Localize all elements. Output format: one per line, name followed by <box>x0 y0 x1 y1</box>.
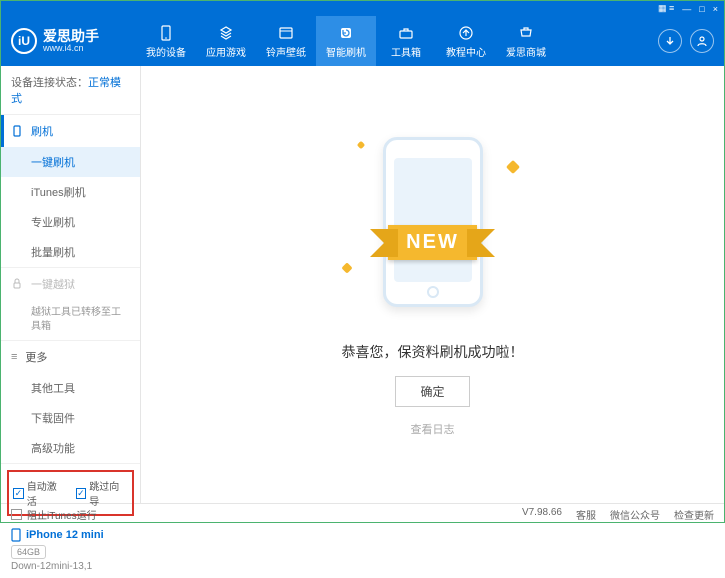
book-icon <box>457 24 475 42</box>
sidebar-more-group[interactable]: ≡ 更多 <box>1 341 140 373</box>
checkbox-icon <box>13 488 24 499</box>
ok-button[interactable]: 确定 <box>395 376 469 407</box>
logo-icon: iU <box>11 28 37 54</box>
titlebar: ▦ ≡ — □ × <box>1 1 724 16</box>
download-button[interactable] <box>658 29 682 53</box>
nav: 我的设备 应用游戏 铃声壁纸 智能刷机 工具箱 教程中心 爱思商城 <box>136 16 658 66</box>
phone-icon <box>157 24 175 42</box>
sidebar-item-download[interactable]: 下载固件 <box>1 403 140 433</box>
update-link[interactable]: 检查更新 <box>674 507 714 522</box>
sidebar-item-batch[interactable]: 批量刷机 <box>1 237 140 267</box>
main-content: NEW 恭喜您，保资料刷机成功啦！ 确定 查看日志 <box>141 66 724 503</box>
checkbox-skip-guide[interactable]: 跳过向导 <box>76 478 129 508</box>
close-icon[interactable]: × <box>713 4 718 14</box>
menu-icon: ≡ <box>11 351 17 363</box>
cart-icon <box>517 24 535 42</box>
nav-my-device[interactable]: 我的设备 <box>136 16 196 66</box>
header: iU 爱思助手 www.i4.cn 我的设备 应用游戏 铃声壁纸 智能刷机 工具… <box>1 16 724 66</box>
lock-icon <box>11 278 23 290</box>
folder-icon <box>277 24 295 42</box>
nav-flash[interactable]: 智能刷机 <box>316 16 376 66</box>
device-name-label: iPhone 12 mini <box>26 529 104 541</box>
sidebar-item-itunes[interactable]: iTunes刷机 <box>1 177 140 207</box>
sidebar-item-pro[interactable]: 专业刷机 <box>1 207 140 237</box>
device-profile: Down-12mini-13,1 <box>11 561 130 572</box>
titlebar-menu-icon[interactable]: ▦ ≡ <box>658 3 674 14</box>
toolbox-icon <box>397 24 415 42</box>
checkbox-label: 自动激活 <box>27 478 66 508</box>
phone-icon <box>11 125 23 137</box>
nav-label: 爱思商城 <box>506 44 546 59</box>
checkbox-icon <box>11 509 22 520</box>
sidebar-label: 一键越狱 <box>31 276 75 292</box>
nav-label: 应用游戏 <box>206 44 246 59</box>
version-label: V7.98.66 <box>522 507 562 522</box>
checkbox-icon <box>76 488 87 499</box>
nav-label: 铃声壁纸 <box>266 44 306 59</box>
nav-ringtone[interactable]: 铃声壁纸 <box>256 16 316 66</box>
sidebar-item-other[interactable]: 其他工具 <box>1 373 140 403</box>
nav-label: 教程中心 <box>446 44 486 59</box>
nav-label: 智能刷机 <box>326 44 366 59</box>
phone-illustration: NEW <box>368 132 498 312</box>
refresh-icon <box>337 24 355 42</box>
app-name: 爱思助手 <box>43 29 99 43</box>
nav-tutorial[interactable]: 教程中心 <box>436 16 496 66</box>
service-link[interactable]: 客服 <box>576 507 596 522</box>
sidebar-item-oneclick[interactable]: 一键刷机 <box>1 147 140 177</box>
phone-icon <box>11 528 21 542</box>
minimize-icon[interactable]: — <box>682 4 691 14</box>
user-button[interactable] <box>690 29 714 53</box>
sidebar: 设备连接状态：正常模式 刷机 一键刷机 iTunes刷机 专业刷机 批量刷机 一… <box>1 66 141 503</box>
sidebar-jailbreak-group[interactable]: 一键越狱 <box>1 268 140 300</box>
wechat-link[interactable]: 微信公众号 <box>610 507 660 522</box>
new-ribbon: NEW <box>388 225 477 260</box>
sidebar-item-advanced[interactable]: 高级功能 <box>1 433 140 463</box>
success-message: 恭喜您，保资料刷机成功啦！ <box>342 342 524 362</box>
checkbox-label: 跳过向导 <box>89 478 128 508</box>
nav-label: 工具箱 <box>391 44 421 59</box>
view-log-link[interactable]: 查看日志 <box>411 421 455 437</box>
checkbox-label: 阻止iTunes运行 <box>27 507 97 522</box>
connection-status: 设备连接状态：正常模式 <box>1 66 140 115</box>
sidebar-label: 更多 <box>25 349 47 365</box>
logo: iU 爱思助手 www.i4.cn <box>11 28 136 54</box>
nav-store[interactable]: 爱思商城 <box>496 16 556 66</box>
apps-icon <box>217 24 235 42</box>
storage-badge: 64GB <box>11 545 46 559</box>
checkbox-auto-activate[interactable]: 自动激活 <box>13 478 66 508</box>
device-info[interactable]: iPhone 12 mini 64GB Down-12mini-13,1 <box>1 522 140 578</box>
nav-toolbox[interactable]: 工具箱 <box>376 16 436 66</box>
maximize-icon[interactable]: □ <box>699 4 704 14</box>
sidebar-flash-group[interactable]: 刷机 <box>1 115 140 147</box>
nav-label: 我的设备 <box>146 44 186 59</box>
app-url: www.i4.cn <box>43 43 99 53</box>
sidebar-label: 刷机 <box>31 123 53 139</box>
checkbox-block-itunes[interactable]: 阻止iTunes运行 <box>11 507 97 522</box>
jailbreak-note: 越狱工具已转移至工具箱 <box>1 300 140 340</box>
nav-apps[interactable]: 应用游戏 <box>196 16 256 66</box>
